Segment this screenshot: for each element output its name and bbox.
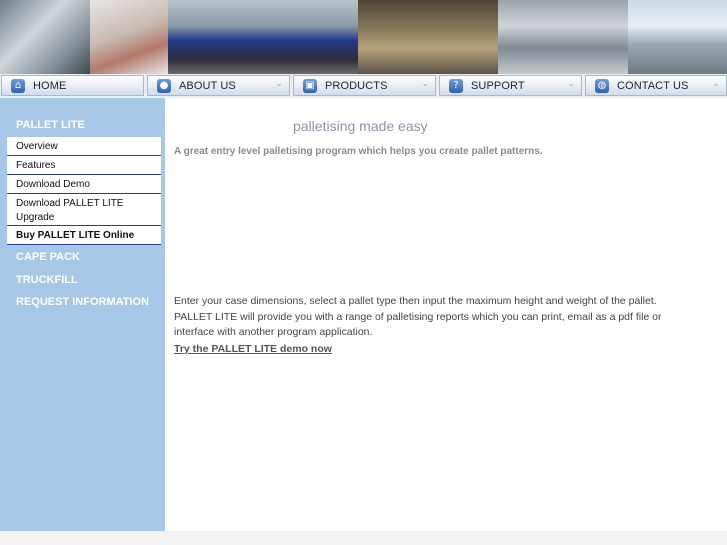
nav-home-label: HOME [33, 79, 67, 92]
home-icon: ⌂ [11, 78, 25, 93]
user-icon: ● [157, 78, 171, 93]
building-photo [628, 0, 727, 74]
sidebar-item-download-demo[interactable]: Download Demo [7, 175, 161, 194]
sidebar-link-request-information[interactable]: REQUEST INFORMATION [16, 296, 149, 308]
nav-contact-label: CONTACT US [617, 79, 689, 92]
nav-home-button[interactable]: ⌂ HOME [1, 75, 144, 96]
chevron-down-icon: ⌄ [712, 79, 720, 89]
sidebar-item-overview[interactable]: Overview [7, 137, 161, 156]
sidebar-item-download-upgrade[interactable]: Download PALLET LITE Upgrade [7, 194, 161, 226]
intro-text: A great entry level palletising program … [174, 146, 543, 157]
box-icon: ▣ [303, 78, 317, 93]
shelves-photo [498, 0, 628, 74]
nav-about-button[interactable]: ● ABOUT US ⌄ [147, 75, 290, 96]
office-photo [0, 0, 90, 74]
chevron-down-icon: ⌄ [275, 79, 283, 89]
sidebar: PALLET LITE Overview Features Download D… [0, 98, 165, 531]
demo-link[interactable]: Try the PALLET LITE demo now [174, 343, 332, 355]
description-text: Enter your case dimensions, select a pal… [174, 295, 662, 338]
nav-products-label: PRODUCTS [325, 79, 388, 92]
sidebar-link-truckfill[interactable]: TRUCKFILL [16, 274, 78, 286]
globe-icon: ◍ [595, 78, 609, 93]
sidebar-link-cape-pack[interactable]: CAPE PACK [16, 251, 80, 263]
page-tagline: palletising made easy [293, 118, 428, 134]
truck-photo [168, 0, 358, 74]
sidebar-item-features[interactable]: Features [7, 156, 161, 175]
nav-support-label: SUPPORT [471, 79, 525, 92]
hands-photo [90, 0, 168, 74]
nav-contact-button[interactable]: ◍ CONTACT US ⌄ [585, 75, 727, 96]
header-banner [0, 0, 727, 74]
chevron-down-icon: ⌄ [567, 79, 575, 89]
question-icon: ? [449, 78, 463, 93]
nav-support-button[interactable]: ? SUPPORT ⌄ [439, 75, 582, 96]
sidebar-section-title[interactable]: PALLET LITE [16, 119, 85, 131]
warehouse-photo [358, 0, 498, 74]
footer-bar [0, 531, 727, 545]
nav-products-button[interactable]: ▣ PRODUCTS ⌄ [293, 75, 436, 96]
nav-about-label: ABOUT US [179, 79, 236, 92]
chevron-down-icon: ⌄ [421, 79, 429, 89]
main-nav: ⌂ HOME ● ABOUT US ⌄ ▣ PRODUCTS ⌄ ? SUPPO… [0, 74, 727, 98]
sidebar-item-buy-online[interactable]: Buy PALLET LITE Online [7, 226, 161, 245]
